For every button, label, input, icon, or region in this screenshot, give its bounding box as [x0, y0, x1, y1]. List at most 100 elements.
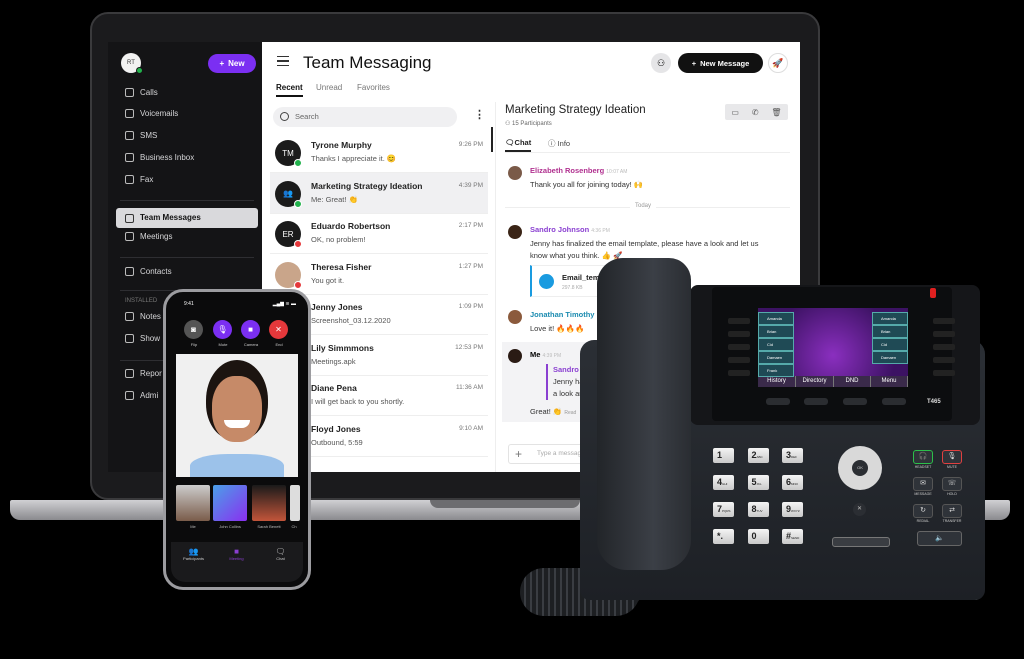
handset[interactable] — [597, 258, 691, 570]
dial-key[interactable]: 8TUV — [747, 502, 769, 517]
hold-button[interactable]: ☏ — [942, 477, 962, 491]
video-icon[interactable]: ▭ — [731, 108, 739, 117]
conversation-row[interactable]: 👥 Marketing Strategy Ideation Me: Great! 👏… — [270, 174, 488, 214]
dial-key[interactable]: 2ABC — [747, 448, 769, 463]
line-led-key[interactable] — [728, 344, 750, 350]
speaker-button[interactable]: 🔈 — [917, 531, 962, 546]
participant-thumb[interactable] — [290, 485, 300, 521]
dial-key[interactable]: 4GHI — [713, 475, 734, 490]
sidebar-item-business-inbox[interactable]: Business Inbox — [125, 153, 194, 162]
dial-key[interactable]: 0 — [747, 529, 769, 544]
conversation-row[interactable]: Theresa Fisher You got it. 1:27 PM — [270, 255, 488, 295]
tab-chat[interactable]: 🗨Chat — [505, 138, 532, 152]
participant-thumb[interactable] — [213, 485, 247, 521]
sidebar-item-fax[interactable]: Fax — [125, 175, 153, 184]
sidebar-item-notes[interactable]: Notes — [125, 312, 161, 321]
participants-count: ⚇ 15 Participants — [505, 121, 552, 127]
nav-chat[interactable]: 🗨 Chat — [263, 547, 298, 561]
line-key[interactable]: Cid — [758, 338, 794, 351]
sidebar-item-repor[interactable]: Repor — [125, 369, 162, 378]
line-led-key[interactable] — [933, 331, 955, 337]
hard-key[interactable] — [843, 398, 867, 405]
line-key[interactable]: Amanda — [758, 312, 794, 325]
sidebar-item-meetings[interactable]: Meetings — [125, 232, 172, 241]
line-led-key[interactable] — [728, 357, 750, 363]
phone-icon[interactable]: ✆ — [752, 108, 759, 117]
hard-key[interactable] — [804, 398, 828, 405]
nav-participants[interactable]: 👥 Participants — [176, 547, 211, 561]
headset-button[interactable]: 🎧 — [913, 450, 933, 464]
conversation-row[interactable]: ER Eduardo Robertson OK, no problem! 2:17 P… — [270, 214, 488, 254]
sidebar-item-voicemails[interactable]: Voicemails — [125, 109, 178, 118]
nav-meeting[interactable]: ■ Meeting — [219, 547, 254, 561]
ok-button[interactable]: OK — [852, 460, 868, 476]
dial-key[interactable]: #SEND — [782, 529, 803, 544]
line-key[interactable]: Brian — [758, 325, 794, 338]
tab-info[interactable]: ⓘ Info — [548, 138, 570, 149]
sidebar-item-sms[interactable]: SMS — [125, 131, 157, 140]
new-button[interactable]: + New — [208, 54, 256, 73]
line-key[interactable]: Frank — [758, 364, 794, 377]
rocket-icon[interactable]: 🚀 — [768, 53, 788, 73]
conversation-row[interactable]: TM Tyrone Murphy Thanks I appreciate it. 😊… — [270, 133, 488, 173]
search-input[interactable]: Search — [273, 107, 457, 127]
line-led-key[interactable] — [933, 318, 955, 324]
tab-favorites[interactable]: Favorites — [357, 83, 390, 92]
hard-key[interactable] — [882, 398, 906, 405]
mute-button[interactable]: 🎙 — [942, 450, 962, 464]
sidebar-item-admi[interactable]: Admi — [125, 391, 158, 400]
sidebar-item-calls[interactable]: Calls — [125, 88, 158, 97]
org-icon[interactable]: ⚇ — [651, 53, 671, 73]
end-button[interactable]: ✕ — [269, 320, 288, 339]
camera-button[interactable]: ■ — [241, 320, 260, 339]
menu-icon[interactable] — [277, 56, 289, 66]
dial-key[interactable]: 3DEF — [782, 448, 803, 463]
sidebar-item-show[interactable]: Show — [125, 334, 160, 343]
participant-thumb[interactable] — [176, 485, 210, 521]
softkey-menu[interactable]: Menu — [871, 376, 908, 387]
contacts-icon — [125, 267, 134, 276]
softkey-directory[interactable]: Directory — [796, 376, 834, 387]
new-message-button[interactable]: + New Message — [678, 53, 763, 73]
conversation-name: Marketing Strategy Ideation — [311, 180, 423, 191]
dial-key[interactable]: 6MNO — [782, 475, 803, 490]
line-key[interactable]: Brian — [872, 325, 908, 338]
line-led-key[interactable] — [933, 370, 955, 376]
dial-key[interactable]: *. — [713, 529, 734, 544]
dial-key[interactable]: 7PQRS — [713, 502, 734, 517]
sidebar-item-contacts[interactable]: Contacts — [125, 267, 172, 276]
dial-key[interactable]: 1 — [713, 448, 734, 463]
info-icon: ⓘ — [548, 139, 558, 148]
tab-recent[interactable]: Recent — [276, 83, 303, 97]
scrollbar[interactable] — [491, 127, 493, 152]
message-text: Love it! 🔥🔥🔥 — [530, 324, 585, 333]
line-led-key[interactable] — [728, 331, 750, 337]
mute-button[interactable]: 🎙 — [213, 320, 232, 339]
line-key[interactable]: Cid — [872, 338, 908, 351]
plus-icon[interactable]: + — [515, 445, 522, 463]
trash-icon[interactable]: 🗑 — [771, 108, 781, 117]
cancel-button[interactable]: ✕ — [853, 503, 866, 516]
softkey-dnd[interactable]: DND — [834, 376, 871, 387]
conversation-preview: Meetings.apk — [311, 356, 356, 366]
line-led-key[interactable] — [728, 318, 750, 324]
dial-key[interactable]: 9WXYZ — [782, 502, 803, 517]
line-key[interactable]: Damaen — [758, 351, 794, 364]
softkey-history[interactable]: History — [758, 376, 796, 387]
transfer-button[interactable]: ⇄ — [942, 504, 962, 518]
participant-thumb[interactable] — [252, 485, 286, 521]
dial-key[interactable]: 5JKL — [747, 475, 769, 490]
hard-key[interactable] — [766, 398, 790, 405]
line-led-key[interactable] — [933, 344, 955, 350]
flip-button[interactable]: ◙ — [184, 320, 203, 339]
line-key[interactable]: Damaen — [872, 351, 908, 364]
line-led-key[interactable] — [728, 370, 750, 376]
more-options-icon[interactable]: ⋮ — [474, 108, 485, 121]
line-led-key[interactable] — [933, 357, 955, 363]
volume-bar[interactable] — [832, 537, 890, 547]
tab-unread[interactable]: Unread — [316, 83, 342, 92]
redial-button[interactable]: ↻ — [913, 504, 933, 518]
line-key[interactable]: Amanda — [872, 312, 908, 325]
sidebar-item-team-messages[interactable]: Team Messages — [116, 208, 258, 228]
message-button[interactable]: ✉ — [913, 477, 933, 491]
